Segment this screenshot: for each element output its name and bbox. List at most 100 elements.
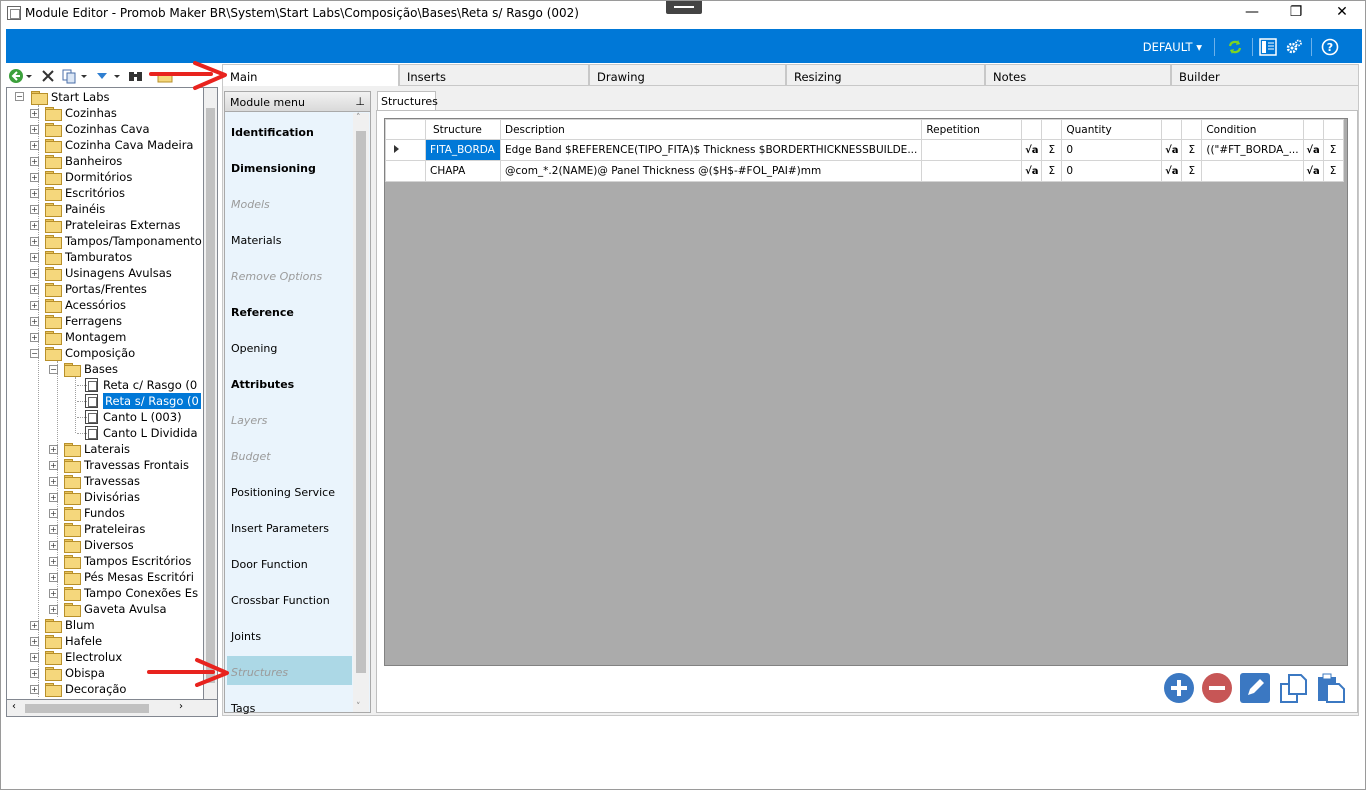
pin-icon[interactable]: ⊥ — [355, 95, 365, 108]
tree-item[interactable]: + Gaveta Avulsa — [7, 601, 203, 617]
tree-item[interactable]: + Laterais — [7, 441, 203, 457]
module-menu-item-structures[interactable]: Structures — [231, 666, 288, 679]
tree-item[interactable]: + Tamburatos — [7, 249, 203, 265]
expand-icon[interactable]: + — [49, 445, 58, 454]
expand-icon[interactable]: + — [30, 125, 39, 134]
module-menu-item-tags[interactable]: Tags — [231, 702, 255, 715]
repetition-cell[interactable] — [921, 139, 1023, 161]
expand-icon[interactable]: + — [30, 333, 39, 342]
tree-item[interactable]: Canto L (003) — [7, 409, 203, 425]
minimize-button[interactable]: — — [1229, 1, 1275, 25]
tree-item[interactable]: + Ferragens — [7, 313, 203, 329]
module-menu-item-layers[interactable]: Layers — [231, 414, 267, 427]
expand-icon[interactable]: + — [30, 653, 39, 662]
tree-item[interactable]: + Travessas — [7, 473, 203, 489]
expand-icon[interactable]: + — [30, 301, 39, 310]
expand-icon[interactable]: + — [30, 109, 39, 118]
tab-main[interactable]: Main — [222, 64, 399, 87]
module-menu-item-identification[interactable]: Identification — [231, 126, 314, 139]
structures-grid[interactable]: Structure Description Repetition Quantit… — [384, 118, 1348, 666]
sum-icon[interactable]: Σ — [1041, 139, 1063, 161]
tree-item[interactable]: + Usinagens Avulsas — [7, 265, 203, 281]
module-menu-item-door-function[interactable]: Door Function — [231, 558, 308, 571]
workspace-dropdown[interactable]: DEFAULT ▾ — [1143, 40, 1202, 54]
expand-icon[interactable]: + — [30, 669, 39, 678]
module-menu-item-attributes[interactable]: Attributes — [231, 378, 294, 391]
module-menu-item-crossbar-function[interactable]: Crossbar Function — [231, 594, 330, 607]
tree-item[interactable]: + Montagem — [7, 329, 203, 345]
tab-builder[interactable]: Builder — [1171, 64, 1359, 86]
tree-item[interactable]: + Fundos — [7, 505, 203, 521]
tab-drawing[interactable]: Drawing — [589, 64, 786, 86]
copy-icon[interactable] — [61, 68, 89, 84]
repetition-cell[interactable] — [921, 160, 1023, 182]
module-menu-scrollbar[interactable]: ˄ ˅ — [353, 113, 369, 712]
settings-icon[interactable] — [1285, 38, 1303, 56]
expand-icon[interactable]: + — [30, 157, 39, 166]
expand-icon[interactable]: + — [49, 573, 58, 582]
expand-icon[interactable]: + — [49, 509, 58, 518]
sum-icon[interactable]: Σ — [1322, 139, 1344, 161]
tree-item[interactable]: Canto L Dividida — [7, 425, 203, 441]
expand-icon[interactable]: + — [49, 605, 58, 614]
add-icon[interactable] — [1163, 672, 1195, 704]
expand-icon[interactable]: + — [30, 317, 39, 326]
module-menu-item-materials[interactable]: Materials — [231, 234, 281, 247]
tree-item[interactable]: + Banheiros — [7, 153, 203, 169]
refresh-icon[interactable] — [1226, 38, 1244, 56]
tree-item[interactable]: + Cozinhas — [7, 105, 203, 121]
condition-cell[interactable] — [1201, 160, 1304, 182]
expand-icon[interactable]: + — [30, 637, 39, 646]
module-menu-item-positioning-service[interactable]: Positioning Service — [231, 486, 335, 499]
tab-structures[interactable]: Structures — [377, 91, 438, 111]
module-menu-item-joints[interactable]: Joints — [231, 630, 261, 643]
remove-icon[interactable] — [1201, 672, 1233, 704]
column-condition[interactable]: Condition — [1201, 119, 1304, 140]
expand-icon[interactable]: + — [30, 141, 39, 150]
quantity-cell[interactable]: 0 — [1061, 160, 1163, 182]
tree-item[interactable]: + Blum — [7, 617, 203, 633]
formula-icon[interactable]: √a — [1021, 160, 1043, 182]
expand-icon[interactable]: + — [30, 173, 39, 182]
module-menu-item-remove-options[interactable]: Remove Options — [231, 270, 322, 283]
collapse-icon[interactable]: − — [49, 365, 58, 374]
expand-icon[interactable]: + — [30, 621, 39, 630]
tree-item[interactable]: + Acessórios — [7, 297, 203, 313]
tree-item[interactable]: + Prateleiras Externas — [7, 217, 203, 233]
tree-item[interactable]: + Cozinha Cava Madeira — [7, 137, 203, 153]
tree-item[interactable]: + Diversos — [7, 537, 203, 553]
module-menu-item-models[interactable]: Models — [231, 198, 270, 211]
tree-horizontal-scrollbar[interactable]: ‹ › — [6, 699, 218, 717]
tree-item[interactable]: Reta s/ Rasgo (0 — [7, 393, 203, 409]
expand-icon[interactable]: + — [49, 525, 58, 534]
library-tree[interactable]: − Start Labs + Cozinhas + Cozinhas Cava + Coz… — [6, 87, 204, 703]
tab-resizing[interactable]: Resizing — [786, 64, 985, 86]
sum-icon[interactable]: Σ — [1322, 160, 1344, 182]
tab-notes[interactable]: Notes — [985, 64, 1171, 86]
formula-icon[interactable]: √a — [1021, 139, 1043, 161]
table-row[interactable]: CHAPA @com_*.2(NAME)@ Panel Thickness @(… — [385, 160, 1344, 182]
column-structure[interactable]: Structure — [425, 119, 501, 140]
formula-icon[interactable]: √a — [1161, 139, 1183, 161]
expand-icon[interactable]: + — [30, 237, 39, 246]
formula-icon[interactable]: √a — [1302, 160, 1324, 182]
drag-handle[interactable] — [666, 1, 702, 14]
sum-icon[interactable]: Σ — [1041, 160, 1063, 182]
move-down-icon[interactable] — [94, 68, 122, 84]
tree-item[interactable]: + Hafele — [7, 633, 203, 649]
tree-item[interactable]: + Painéis — [7, 201, 203, 217]
tree-item[interactable]: − Composição — [7, 345, 203, 361]
back-icon[interactable] — [8, 68, 34, 84]
expand-icon[interactable]: + — [30, 189, 39, 198]
tree-item[interactable]: + Dormitórios — [7, 169, 203, 185]
tree-item[interactable]: + Escritórios — [7, 185, 203, 201]
module-menu-item-insert-parameters[interactable]: Insert Parameters — [231, 522, 329, 535]
tree-item[interactable]: + Tampo Conexões Es — [7, 585, 203, 601]
expand-icon[interactable]: + — [49, 557, 58, 566]
tree-item[interactable]: + Tampos/Tamponamento — [7, 233, 203, 249]
expand-icon[interactable]: + — [30, 253, 39, 262]
tree-vertical-scrollbar[interactable] — [204, 87, 218, 703]
sum-icon[interactable]: Σ — [1181, 160, 1203, 182]
edit-icon[interactable] — [1239, 672, 1271, 704]
expand-icon[interactable]: + — [30, 221, 39, 230]
